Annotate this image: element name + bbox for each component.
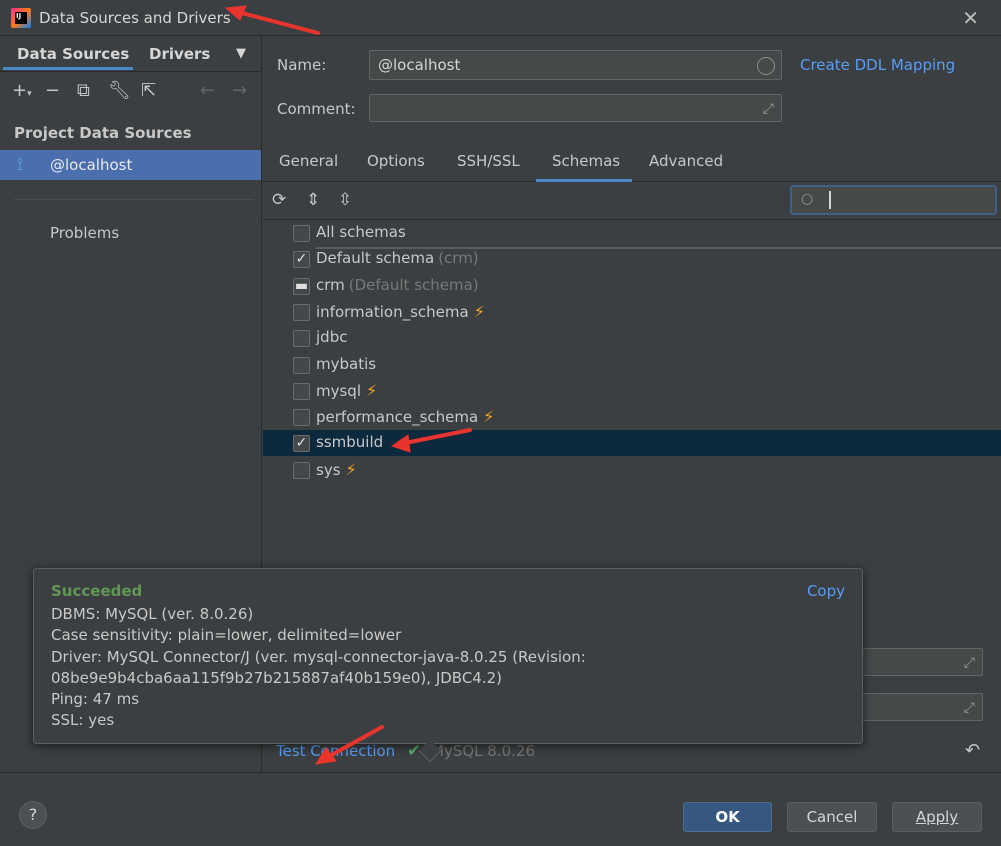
arrow-to-ssmbuild xyxy=(403,428,472,445)
arrow-to-test-connection xyxy=(326,725,384,759)
arrow-head xyxy=(224,5,247,21)
arrow-to-title xyxy=(236,10,320,35)
annotation-arrows xyxy=(224,5,472,765)
arrow-head xyxy=(390,434,411,453)
app-icon-text: IJ xyxy=(16,12,22,20)
